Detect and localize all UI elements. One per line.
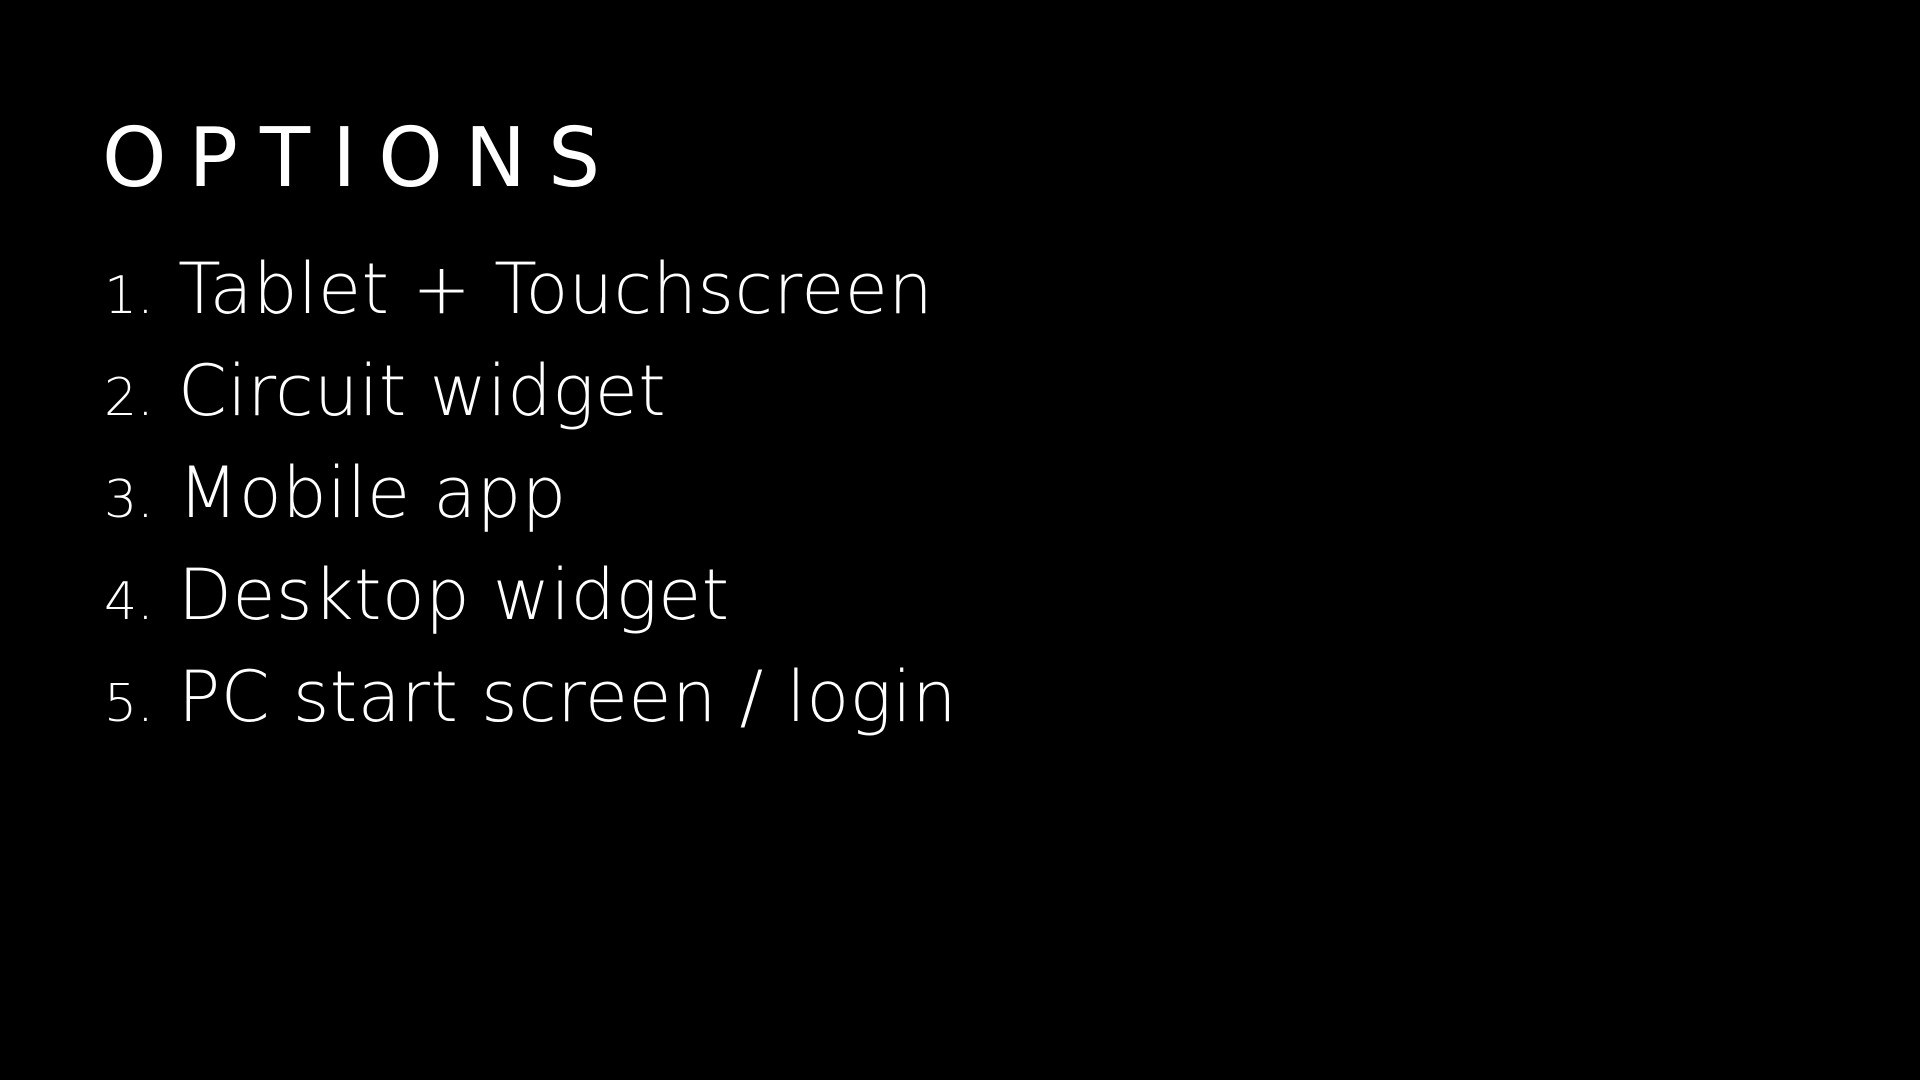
option-label: Mobile app	[178, 452, 567, 534]
option-number: 4.	[104, 572, 154, 632]
option-label: Tablet + Touchscreen	[178, 248, 934, 330]
option-number: 5.	[104, 674, 154, 734]
options-list: 1. Tablet + Touchscreen 2. Circuit widge…	[104, 248, 957, 758]
option-item-2: 2. Circuit widget	[104, 350, 957, 452]
slide: OPTIONS 1. Tablet + Touchscreen 2. Circu…	[0, 0, 1920, 1080]
option-item-5: 5. PC start screen / login	[104, 656, 957, 758]
option-item-3: 3. Mobile app	[104, 452, 957, 554]
option-label: Circuit widget	[178, 350, 667, 432]
option-label: Desktop widget	[178, 554, 730, 636]
option-number: 3.	[104, 470, 154, 530]
option-item-1: 1. Tablet + Touchscreen	[104, 248, 957, 350]
option-number: 1.	[104, 266, 154, 326]
option-label: PC start screen / login	[178, 656, 958, 738]
option-number: 2.	[104, 368, 154, 428]
slide-title: OPTIONS	[102, 111, 623, 206]
option-item-4: 4. Desktop widget	[104, 554, 957, 656]
